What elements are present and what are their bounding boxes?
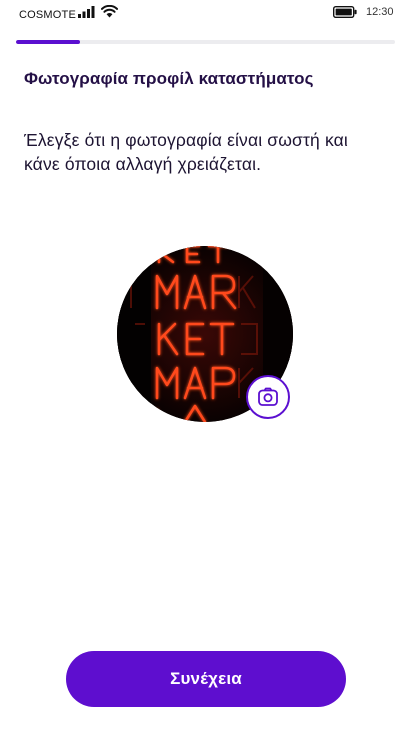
signal-icon	[78, 6, 95, 18]
wifi-icon	[101, 5, 118, 18]
progress-fill	[16, 40, 81, 44]
store-profile-photo-screen: COSMOTE 12:30 Φωτογραφία προφίλ καταστήμ…	[0, 0, 411, 731]
camera-icon	[258, 387, 278, 406]
status-time: 12:30	[366, 6, 394, 18]
status-bar: COSMOTE 12:30	[0, 0, 411, 26]
profile-photo-container	[117, 246, 293, 422]
battery-icon	[333, 6, 357, 18]
carrier-name: COSMOTE	[19, 9, 77, 21]
change-photo-button[interactable]	[246, 375, 290, 419]
continue-button[interactable]: Συνέχεια	[66, 651, 346, 707]
progress-bar	[16, 40, 395, 44]
page-description: Έλεγξε ότι η φωτογραφία είναι σωστή και …	[24, 130, 348, 174]
page-title: Φωτογραφία προφίλ καταστήματος	[24, 69, 314, 88]
